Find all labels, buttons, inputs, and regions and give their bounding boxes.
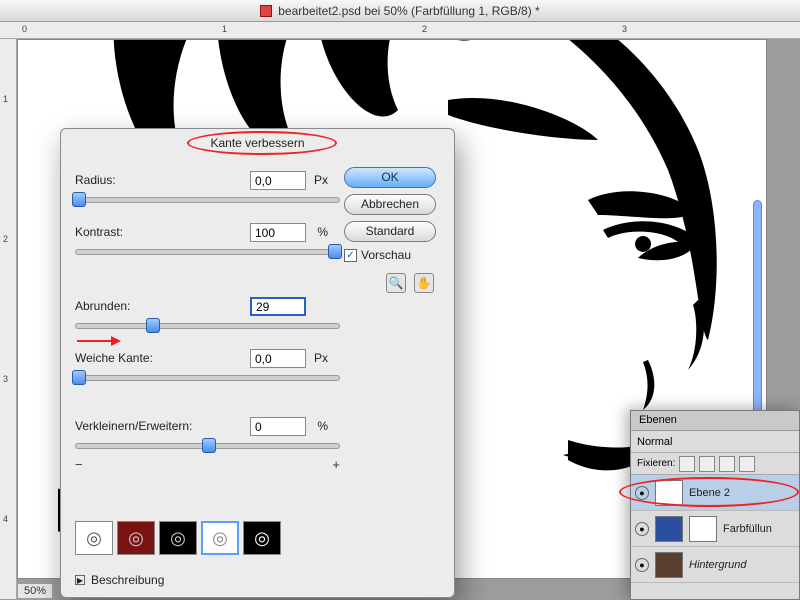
contrast-label: Kontrast: (75, 225, 123, 239)
visibility-icon[interactable]: ● (635, 486, 649, 500)
radius-label: Radius: (75, 173, 116, 187)
contract-row: Verkleinern/Erweitern: % (75, 417, 334, 435)
refine-edge-dialog: Kante verbessern OK Abbrechen Standard ✓… (60, 128, 455, 598)
zoom-level[interactable]: 50% (18, 584, 52, 598)
preview-swatches: ◎ ◎ ◎ ◎ ◎ (75, 521, 281, 555)
layer-row-ebene2[interactable]: ● Ebene 2 (631, 475, 799, 511)
smooth-label: Abrunden: (75, 299, 130, 313)
cancel-button[interactable]: Abbrechen (344, 194, 436, 215)
default-button[interactable]: Standard (344, 221, 436, 242)
contract-input[interactable] (250, 417, 306, 436)
preview-swatch-1[interactable]: ◎ (75, 521, 113, 555)
contrast-row: Kontrast: % (75, 223, 334, 241)
lock-pixels-icon[interactable] (699, 456, 715, 472)
layer-row-hintergrund[interactable]: ● Hintergrund (631, 547, 799, 583)
layer-name: Farbfüllun (723, 523, 772, 535)
ruler-vertical[interactable]: 1 2 3 4 (0, 39, 17, 599)
ok-button[interactable]: OK (344, 167, 436, 188)
layer-name: Hintergrund (689, 559, 746, 571)
zoom-icon[interactable]: 🔍 (386, 273, 406, 293)
preview-swatch-3[interactable]: ◎ (159, 521, 197, 555)
window-title: bearbeitet2.psd bei 50% (Farbfüllung 1, … (278, 4, 539, 18)
layers-blend-mode[interactable]: Normal (631, 431, 799, 453)
dialog-tool-icons: 🔍 ✋ (386, 273, 434, 293)
layer-mask-thumbnail[interactable] (689, 516, 717, 542)
layer-name: Ebene 2 (689, 487, 730, 499)
contrast-input[interactable] (250, 223, 306, 242)
contract-unit: % (317, 419, 328, 433)
contract-label: Verkleinern/Erweitern: (75, 419, 192, 433)
contract-range: − + (75, 457, 340, 472)
contract-slider-thumb[interactable] (202, 438, 216, 453)
visibility-icon[interactable]: ● (635, 558, 649, 572)
contrast-unit: % (317, 225, 328, 239)
hand-icon[interactable]: ✋ (414, 273, 434, 293)
dialog-title: Kante verbessern (61, 129, 454, 157)
dialog-buttons: OK Abbrechen Standard ✓ Vorschau (344, 167, 442, 262)
lock-position-icon[interactable] (719, 456, 735, 472)
feather-slider-thumb[interactable] (72, 370, 86, 385)
plus-label: + (332, 457, 340, 472)
layer-thumbnail[interactable] (655, 516, 683, 542)
layers-lock-row: Fixieren: (631, 453, 799, 475)
preview-checkbox[interactable]: ✓ (344, 249, 357, 262)
lock-all-icon[interactable] (739, 456, 755, 472)
layers-panel: Ebenen Normal Fixieren: ● Ebene 2 ● Farb… (630, 410, 800, 600)
window-titlebar[interactable]: bearbeitet2.psd bei 50% (Farbfüllung 1, … (0, 0, 800, 22)
description-label: Beschreibung (91, 573, 164, 587)
preview-checkbox-row: ✓ Vorschau (344, 248, 442, 262)
feather-unit: Px (314, 351, 328, 365)
preview-swatch-2[interactable]: ◎ (117, 521, 155, 555)
preview-swatch-4[interactable]: ◎ (201, 521, 239, 555)
layer-thumbnail[interactable] (655, 552, 683, 578)
minus-label: − (75, 457, 83, 472)
contrast-slider-thumb[interactable] (328, 244, 342, 259)
radius-row: Radius: Px (75, 171, 334, 189)
radius-input[interactable] (250, 171, 306, 190)
preview-label: Vorschau (361, 248, 411, 262)
contrast-slider[interactable] (75, 249, 340, 255)
ruler-horizontal[interactable]: 0 1 2 3 (0, 22, 800, 39)
layer-row-farbfuellung[interactable]: ● Farbfüllun (631, 511, 799, 547)
description-toggle[interactable]: ▶ Beschreibung (75, 573, 164, 587)
file-icon (260, 5, 272, 17)
feather-input[interactable] (250, 349, 306, 368)
lock-label: Fixieren: (637, 458, 675, 469)
smooth-input[interactable] (250, 297, 306, 316)
smooth-row: Abrunden: (75, 297, 334, 315)
disclosure-triangle-icon: ▶ (75, 575, 85, 585)
layers-tab[interactable]: Ebenen (631, 411, 799, 431)
preview-swatch-5[interactable]: ◎ (243, 521, 281, 555)
radius-unit: Px (314, 173, 328, 187)
feather-slider[interactable] (75, 375, 340, 381)
layer-thumbnail[interactable] (655, 480, 683, 506)
contract-slider[interactable] (75, 443, 340, 449)
smooth-slider-thumb[interactable] (146, 318, 160, 333)
feather-row: Weiche Kante: Px (75, 349, 334, 367)
visibility-icon[interactable]: ● (635, 522, 649, 536)
smooth-slider[interactable] (75, 323, 340, 329)
radius-slider-thumb[interactable] (72, 192, 86, 207)
annotation-arrow (77, 336, 123, 346)
scrollbar-vertical[interactable] (753, 200, 762, 420)
radius-slider[interactable] (75, 197, 340, 203)
lock-transparency-icon[interactable] (679, 456, 695, 472)
feather-label: Weiche Kante: (75, 351, 153, 365)
